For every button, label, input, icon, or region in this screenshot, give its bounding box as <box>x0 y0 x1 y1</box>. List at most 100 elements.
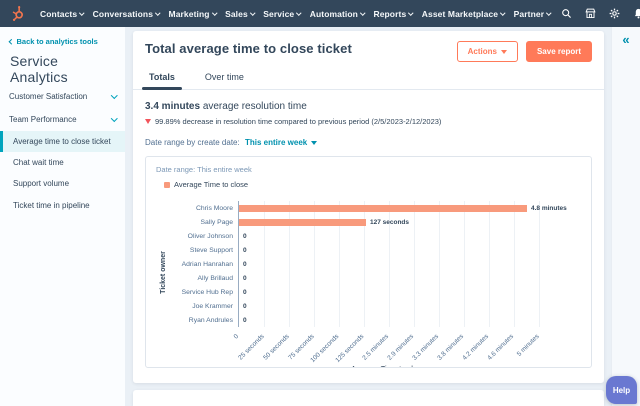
chart-value-label: 0 <box>243 288 247 296</box>
date-range-dropdown[interactable]: This entire week <box>245 138 318 147</box>
sidebar-item-support-volume[interactable]: Support volume <box>0 173 125 194</box>
chart-bar[interactable] <box>239 204 527 212</box>
report-card: Total average time to close ticket Actio… <box>133 31 604 383</box>
chart-row: Ryan Andrules 0 <box>189 313 590 327</box>
sidebar-section-customer-satisfaction[interactable]: Customer Satisfaction <box>0 85 125 108</box>
save-report-button[interactable]: Save report <box>525 41 592 62</box>
chevron-left-icon <box>9 39 15 44</box>
chart-legend[interactable]: Average Time to close <box>164 180 581 189</box>
sidebar-title: Service Analytics <box>10 53 68 85</box>
right-rail: « <box>611 27 640 406</box>
chart-value-label: 4.8 minutes <box>531 204 567 212</box>
nav-item-automation[interactable]: Automation <box>310 9 366 19</box>
legend-swatch <box>164 181 170 188</box>
chevron-down-icon <box>250 10 256 15</box>
chart-context-label: Date range: This entire week <box>156 165 252 174</box>
actions-button[interactable]: Actions <box>456 41 518 62</box>
chart-plot: Chris Moore 4.8 minutes Sally Page 127 seco… <box>182 201 590 367</box>
chart-category-label: Steve Support <box>189 246 233 254</box>
chart-x-ticks: 0 25 seconds 50 seconds 75 seconds 100 secon… <box>233 327 590 364</box>
chart-module: Date range: This entire week Average Tim… <box>145 156 592 368</box>
chart-row: Sally Page 127 seconds <box>201 215 590 229</box>
collapse-panel-icon[interactable]: « <box>622 33 629 46</box>
caret-down-icon <box>500 49 507 54</box>
chevron-down-icon <box>79 10 85 15</box>
top-navigation: Contacts Conversations Marketing Sales S… <box>0 0 640 27</box>
nav-right-icons <box>560 6 640 21</box>
nav-item-contacts[interactable]: Contacts <box>40 9 85 19</box>
chart-category-label: Service Hub Rep <box>181 288 233 296</box>
nav-item-marketing[interactable]: Marketing <box>169 9 217 19</box>
caret-down-icon <box>311 141 318 145</box>
chart-category-label: Joe Krammer <box>192 302 233 310</box>
chart-value-label: 0 <box>243 232 247 240</box>
chart-category-label: Adrian Hanrahan <box>181 260 233 268</box>
chevron-down-icon <box>110 92 117 99</box>
chevron-down-icon <box>211 10 217 15</box>
chart-value-label: 0 <box>243 274 247 282</box>
chevron-down-icon <box>408 10 414 15</box>
x-tick-label: 50 seconds <box>262 333 291 362</box>
chart-category-label: Ryan Andrules <box>188 316 233 324</box>
page-title: Total average time to close ticket <box>145 41 352 56</box>
chart-bar[interactable] <box>239 218 366 226</box>
nav-item-conversations[interactable]: Conversations <box>93 9 161 19</box>
chart-row: Steve Support 0 <box>190 243 590 257</box>
marketplace-icon[interactable] <box>584 7 597 20</box>
metric-label: average resolution time <box>202 101 307 112</box>
chevron-down-icon <box>110 115 117 122</box>
chart-row: Ally Brillaud 0 <box>197 271 590 285</box>
chart-category-label: Sally Page <box>200 218 234 226</box>
sidebar-item-ticket-time-in-pipeline[interactable]: Ticket time in pipeline <box>0 195 125 216</box>
tab-totals[interactable]: Totals <box>142 68 182 90</box>
chevron-down-icon <box>360 10 366 15</box>
chart-value-label: 0 <box>243 302 247 310</box>
chart-value-label: 0 <box>243 246 247 254</box>
help-button[interactable]: Help <box>606 376 637 404</box>
nav-item-sales[interactable]: Sales <box>225 9 256 19</box>
chart-row: Oliver Johnson 0 <box>188 229 590 243</box>
nav-item-partner[interactable]: Partner <box>514 9 552 19</box>
settings-icon[interactable] <box>608 7 621 20</box>
x-tick-label: 25 seconds <box>237 333 266 362</box>
metric-value: 3.4 minutes <box>145 101 201 112</box>
next-report-card <box>133 390 604 406</box>
chevron-down-icon <box>546 10 552 15</box>
sidebar-section-team-performance[interactable]: Team Performance <box>0 108 125 131</box>
chevron-down-icon <box>500 10 506 15</box>
chart-value-label: 0 <box>243 260 247 268</box>
chart-row: Adrian Hanrahan 0 <box>182 257 590 271</box>
y-axis-title: Ticket owner <box>159 251 167 294</box>
search-icon[interactable] <box>560 7 573 20</box>
hubspot-logo-icon[interactable] <box>10 5 27 22</box>
trend-summary: 99.89% decrease in resolution time compa… <box>145 117 592 126</box>
x-tick-label: 5 minutes <box>515 333 541 358</box>
x-axis-title: Average Time to close <box>238 364 538 367</box>
x-tick-label: 4.6 minutes <box>486 333 516 362</box>
nav-item-asset-marketplace[interactable]: Asset Marketplace <box>422 9 506 19</box>
sidebar-item-chat-wait-time[interactable]: Chat wait time <box>0 152 125 173</box>
chart-value-label: 127 seconds <box>370 218 410 226</box>
date-range-row: Date range by create date: This entire w… <box>145 138 592 147</box>
chart-value-label: 0 <box>243 316 247 324</box>
chart-category-label: Oliver Johnson <box>187 232 233 240</box>
x-tick-label: 0 <box>232 333 241 341</box>
chart-row: Chris Moore 4.8 minutes <box>196 201 590 215</box>
legend-label: Average Time to close <box>174 180 249 189</box>
analytics-sidebar: Back to analytics tools Service Analytic… <box>0 27 125 406</box>
trend-down-icon <box>145 119 151 124</box>
sidebar-item-average-time-to-close-ticket[interactable]: Average time to close ticket <box>0 131 125 153</box>
chart-category-label: Ally Brillaud <box>197 274 233 282</box>
chart-category-label: Chris Moore <box>195 204 233 212</box>
trend-text: 99.89% decrease in resolution time compa… <box>155 117 442 126</box>
chevron-down-icon <box>296 10 302 15</box>
back-to-analytics-tools-link[interactable]: Back to analytics tools <box>0 27 125 46</box>
metric-summary: 3.4 minutes average resolution time <box>145 101 592 112</box>
nav-item-reports[interactable]: Reports <box>373 9 414 19</box>
nav-item-service[interactable]: Service <box>263 9 302 19</box>
chart-rows: Chris Moore 4.8 minutes Sally Page 127 seco… <box>182 201 590 327</box>
chevron-down-icon <box>155 10 161 15</box>
notifications-icon[interactable] <box>632 7 640 20</box>
report-tabs: Totals Over time <box>133 68 604 90</box>
tab-over-time[interactable]: Over time <box>203 68 246 89</box>
